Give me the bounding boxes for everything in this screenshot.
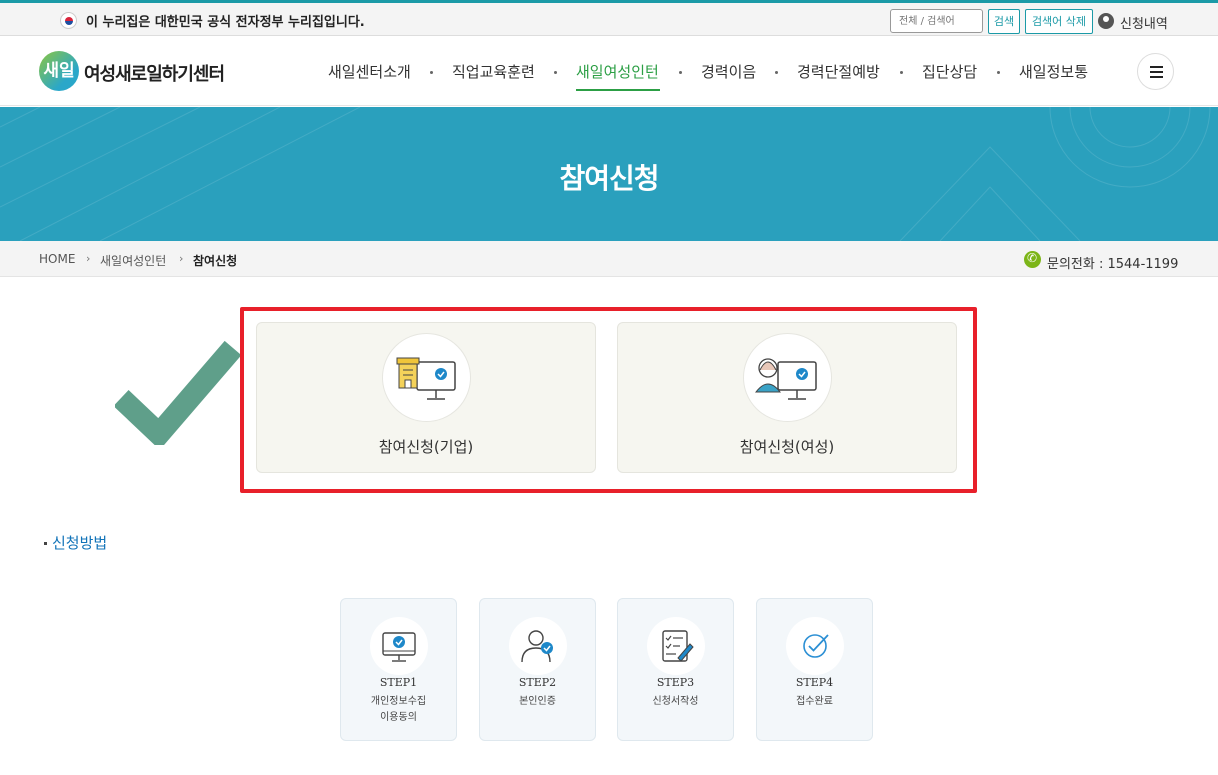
nav-active-underline [576,89,660,91]
step-card-4: STEP4 접수완료 [756,598,873,741]
hamburger-menu-icon[interactable] [1137,53,1174,90]
step-card-2: STEP2 본인인증 [479,598,596,741]
search-input[interactable] [890,9,983,33]
apply-company-card[interactable]: 참여신청(기업) [256,322,596,473]
form-write-icon [647,617,705,675]
apply-company-label: 참여신청(기업) [378,438,474,456]
section-bullet [44,542,47,545]
chevron-right-icon: › [86,252,91,265]
logo-icon[interactable]: 새일 [39,51,79,91]
checkmark-icon [115,340,240,445]
breadcrumb-home[interactable]: HOME [39,252,75,266]
complete-check-icon [786,617,844,675]
step-number: STEP2 [518,676,557,689]
step-number: STEP4 [795,676,834,689]
logo-text[interactable]: 여성새로일하기센터 [84,60,225,86]
chevron-right-icon: › [179,252,184,265]
korea-flag-icon [60,12,77,29]
step-number: STEP1 [379,676,418,689]
step-label: 신청서작성 [652,696,699,707]
monitor-check-icon [370,617,428,675]
gov-notice: 이 누리집은 대한민국 공식 전자정부 누리집입니다. [86,15,365,30]
person-check-icon [509,617,567,675]
nav-item-intern[interactable]: 새일여성인턴 [576,61,659,82]
step-label: 접수완료 [796,696,833,707]
site-header: 새일 여성새로일하기센터 새일센터소개 직업교육훈련 새일여성인턴 경력이음 경… [0,36,1218,106]
page-banner: 참여신청 [0,107,1218,241]
step-card-1: STEP1 개인정보수집 이용동의 [340,598,457,741]
woman-computer-icon [743,333,832,422]
nav-item-job-training[interactable]: 직업교육훈련 [452,61,535,82]
company-computer-icon [382,333,471,422]
breadcrumb-current: 참여신청 [193,254,238,268]
nav-item-center-intro[interactable]: 새일센터소개 [328,61,411,82]
breadcrumb: HOME › 새일여성인턴 › 참여신청 문의전화 : 1544-1199 [0,241,1218,277]
step-label: 개인정보수집 이용동의 [370,696,427,723]
nav-item-career-prevention[interactable]: 경력단절예방 [797,61,880,82]
user-icon[interactable] [1098,13,1114,29]
page-title: 참여신청 [559,162,659,195]
phone-number: 문의전화 : 1544-1199 [1047,257,1179,272]
search-button[interactable]: 검색 [988,9,1020,34]
step-card-3: STEP3 신청서작성 [617,598,734,741]
phone-icon [1024,251,1041,268]
nav-item-group-counseling[interactable]: 집단상담 [922,61,977,82]
nav-item-info[interactable]: 새일정보통 [1019,61,1088,82]
apply-history-link[interactable]: 신청내역 [1120,13,1168,32]
gov-topbar: 이 누리집은 대한민국 공식 전자정부 누리집입니다. 검색 검색어 삭제 신청… [0,0,1218,36]
step-label: 본인인증 [519,696,556,707]
apply-woman-label: 참여신청(여성) [739,438,835,456]
apply-woman-card[interactable]: 참여신청(여성) [617,322,957,473]
step-number: STEP3 [656,676,695,689]
howto-title: 신청방법 [52,534,108,552]
clear-search-button[interactable]: 검색어 삭제 [1025,9,1093,34]
breadcrumb-intern[interactable]: 새일여성인턴 [100,252,166,269]
nav-item-career-link[interactable]: 경력이음 [701,61,756,82]
